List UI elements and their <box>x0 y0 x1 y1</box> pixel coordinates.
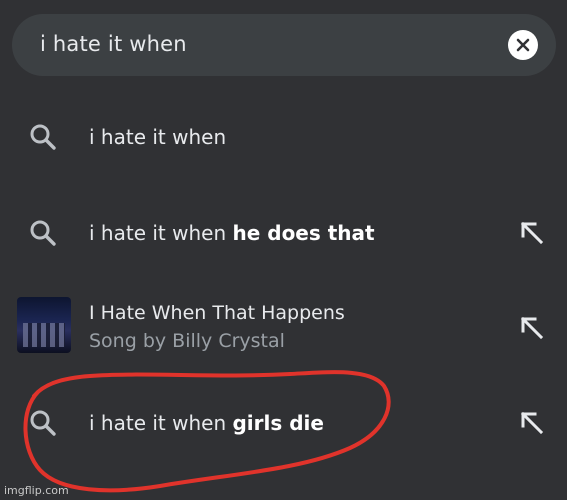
suggestion-item[interactable]: i hate it when <box>0 94 567 180</box>
suggestion-prefix: i hate it when <box>89 411 233 435</box>
suggestion-item[interactable]: i hate it when he does that <box>0 190 567 276</box>
suggestion-prefix: i hate it when <box>89 221 233 245</box>
suggestion-text: i hate it when <box>89 125 226 149</box>
arrow-up-left-icon[interactable] <box>519 410 545 436</box>
suggestion-completion: he does that <box>232 221 375 245</box>
suggestion-text: i hate it when he does that <box>89 221 375 245</box>
album-thumbnail <box>17 297 71 353</box>
suggestion-text: i hate it when girls die <box>89 411 324 435</box>
suggestion-prefix: i hate it when <box>89 125 227 149</box>
song-suggestion-item[interactable] <box>0 282 567 368</box>
search-icon <box>30 220 56 246</box>
search-bar[interactable]: i hate it when <box>12 14 556 76</box>
song-title: I Hate When That Happens <box>89 302 345 324</box>
search-icon <box>30 124 56 150</box>
suggestion-item[interactable]: i hate it when girls die <box>0 380 567 466</box>
song-subtitle: Song by Billy Crystal <box>89 330 285 352</box>
search-input[interactable]: i hate it when <box>40 32 187 56</box>
search-icon <box>30 410 56 436</box>
suggestion-completion: girls die <box>232 411 324 435</box>
close-icon <box>516 38 530 52</box>
arrow-up-left-icon[interactable] <box>519 220 545 246</box>
clear-search-button[interactable] <box>508 30 538 60</box>
arrow-up-left-icon[interactable] <box>519 315 545 341</box>
album-art-figures <box>23 323 65 347</box>
watermark: imgflip.com <box>4 484 69 497</box>
